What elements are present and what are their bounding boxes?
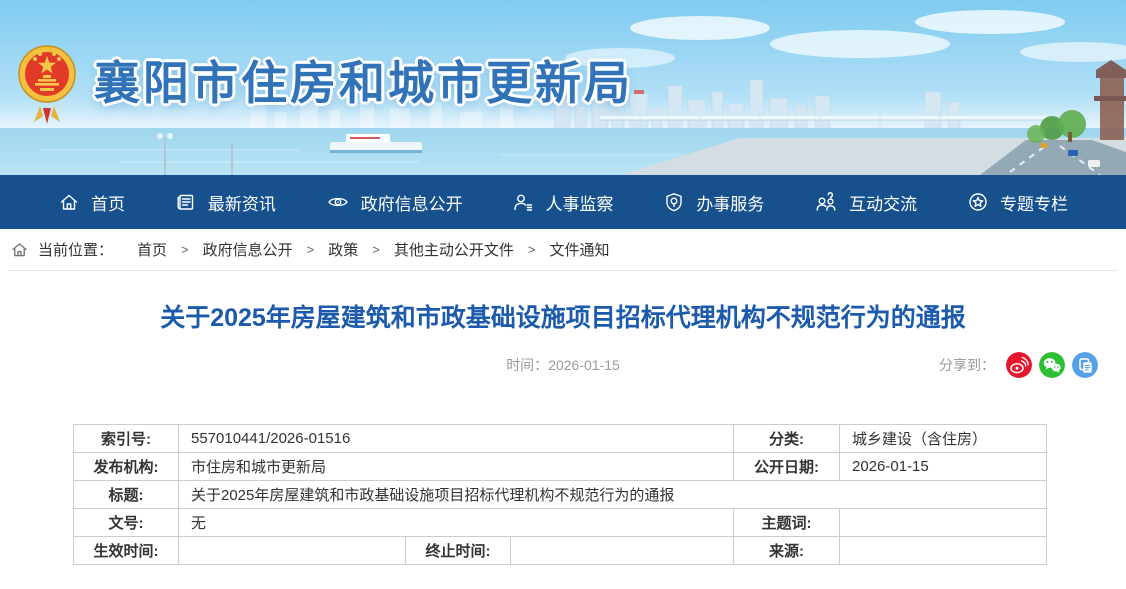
source-label: 来源:: [734, 537, 840, 565]
breadcrumb-item-other-docs[interactable]: 其他主动公开文件: [394, 239, 514, 260]
nav-item-gov-info[interactable]: 政府信息公开: [326, 190, 463, 215]
keywords-label: 主题词:: [734, 509, 840, 537]
nav-item-label: 最新资讯: [208, 190, 276, 215]
doc-no-value: 无: [179, 509, 734, 537]
article-meta-row: 时间：2026-01-15 分享到：: [0, 350, 1126, 380]
category-label: 分类:: [734, 425, 840, 453]
home-icon: [58, 191, 80, 213]
people-chat-icon: [814, 191, 838, 213]
table-row: 索引号: 557010441/2026-01516 分类: 城乡建设（含住房）: [74, 425, 1047, 453]
news-icon: [175, 191, 197, 213]
shield-icon: [663, 191, 685, 213]
breadcrumb-item-gov-info[interactable]: 政府信息公开: [203, 239, 293, 260]
site-title: 襄阳市住房和城市更新局: [94, 47, 633, 113]
document-meta-table: 索引号: 557010441/2026-01516 分类: 城乡建设（含住房） …: [73, 424, 1047, 565]
time-value: 2026-01-15: [548, 357, 620, 373]
expiry-date-value: [511, 537, 734, 565]
index-no-value: 557010441/2026-01516: [179, 425, 734, 453]
nav-item-label: 专题专栏: [1000, 190, 1068, 215]
person-icon: [512, 191, 534, 213]
table-row: 发布机构: 市住房和城市更新局 公开日期: 2026-01-15: [74, 453, 1047, 481]
nav-item-special-topics[interactable]: 专题专栏: [967, 190, 1068, 215]
doc-no-label: 文号:: [74, 509, 179, 537]
publish-date-value: 2026-01-15: [840, 453, 1047, 481]
article-content: 关于2025年房屋建筑和市政基础设施项目招标代理机构不规范行为的通报 时间：20…: [0, 301, 1126, 565]
breadcrumb: 当前位置： 首页 > 政府信息公开 > 政策 > 其他主动公开文件 > 文件通知: [8, 229, 1118, 271]
expiry-date-label: 终止时间:: [406, 537, 511, 565]
main-nav: 首页 最新资讯 政府信息公开 人事监察 办事服务: [0, 175, 1126, 229]
doc-title-label: 标题:: [74, 481, 179, 509]
doc-title-value: 关于2025年房屋建筑和市政基础设施项目招标代理机构不规范行为的通报: [179, 481, 1047, 509]
breadcrumb-item-home[interactable]: 首页: [137, 239, 167, 260]
share-bar: 分享到：: [939, 352, 1098, 378]
nav-item-home[interactable]: 首页: [58, 190, 125, 215]
eye-icon: [326, 191, 350, 213]
breadcrumb-item-policy[interactable]: 政策: [328, 239, 358, 260]
breadcrumb-separator: >: [372, 242, 380, 257]
nav-item-interaction[interactable]: 互动交流: [814, 190, 917, 215]
publisher-label: 发布机构:: [74, 453, 179, 481]
breadcrumb-separator: >: [528, 242, 536, 257]
breadcrumb-label: 当前位置：: [38, 239, 113, 260]
keywords-value: [840, 509, 1047, 537]
site-brand: 襄阳市住房和城市更新局: [16, 34, 633, 126]
breadcrumb-separator: >: [181, 242, 189, 257]
national-emblem-logo: [16, 34, 78, 126]
nav-item-personnel[interactable]: 人事监察: [512, 190, 613, 215]
nav-item-news[interactable]: 最新资讯: [175, 190, 276, 215]
publish-time: 时间：2026-01-15: [506, 357, 620, 373]
nav-item-services[interactable]: 办事服务: [663, 190, 764, 215]
copy-link-share-button[interactable]: [1072, 352, 1098, 378]
nav-item-label: 互动交流: [849, 190, 917, 215]
publisher-value: 市住房和城市更新局: [179, 453, 734, 481]
share-label: 分享到：: [939, 352, 995, 378]
breadcrumb-separator: >: [307, 242, 315, 257]
nav-item-label: 政府信息公开: [361, 190, 463, 215]
nav-item-label: 首页: [91, 190, 125, 215]
effective-date-label: 生效时间:: [74, 537, 179, 565]
nav-item-label: 人事监察: [545, 190, 613, 215]
category-value: 城乡建设（含住房）: [840, 425, 1047, 453]
weibo-share-button[interactable]: [1006, 352, 1032, 378]
nav-item-label: 办事服务: [696, 190, 764, 215]
publish-date-label: 公开日期:: [734, 453, 840, 481]
table-row: 生效时间: 终止时间: 来源:: [74, 537, 1047, 565]
source-value: [840, 537, 1047, 565]
table-row: 标题: 关于2025年房屋建筑和市政基础设施项目招标代理机构不规范行为的通报: [74, 481, 1047, 509]
time-label: 时间：: [506, 357, 548, 373]
effective-date-value: [179, 537, 406, 565]
site-banner: 襄阳市住房和城市更新局: [0, 0, 1126, 175]
index-no-label: 索引号:: [74, 425, 179, 453]
page-title: 关于2025年房屋建筑和市政基础设施项目招标代理机构不规范行为的通报: [40, 301, 1086, 335]
breadcrumb-item-notices[interactable]: 文件通知: [549, 239, 609, 260]
wechat-share-button[interactable]: [1039, 352, 1065, 378]
table-row: 文号: 无 主题词:: [74, 509, 1047, 537]
home-icon: [10, 240, 29, 259]
star-circle-icon: [967, 191, 989, 213]
